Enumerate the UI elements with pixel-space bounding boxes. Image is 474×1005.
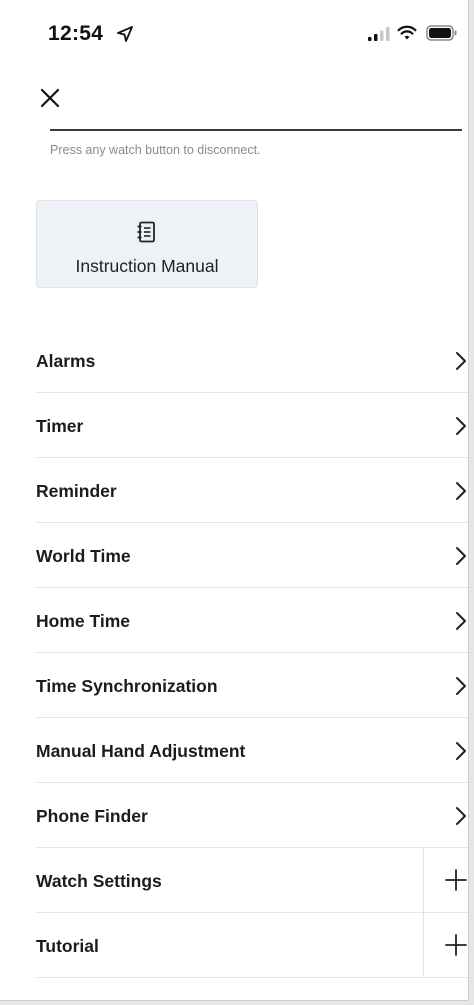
close-icon[interactable] — [36, 84, 64, 112]
manual-book-icon — [137, 221, 155, 243]
chevron-right-icon — [456, 547, 466, 565]
cellular-signal-icon — [368, 27, 390, 41]
menu-item-label: Manual Hand Adjustment — [36, 741, 246, 761]
chevron-right-icon — [456, 807, 466, 825]
menu-item-manual-hand-adjustment[interactable]: Manual Hand Adjustment — [36, 718, 468, 783]
menu-item-alarms[interactable]: Alarms — [36, 328, 468, 393]
menu-item-reminder[interactable]: Reminder — [36, 458, 468, 523]
menu-item-tutorial[interactable]: Tutorial — [36, 913, 468, 978]
menu-item-time-synchronization[interactable]: Time Synchronization — [36, 653, 468, 718]
menu-item-label: Timer — [36, 416, 84, 436]
instruction-manual-button[interactable]: Instruction Manual — [36, 200, 258, 288]
instruction-manual-label: Instruction Manual — [75, 256, 219, 276]
menu-item-timer[interactable]: Timer — [36, 393, 468, 458]
header-divider — [50, 129, 462, 131]
wifi-icon — [397, 25, 417, 40]
menu-item-label: Alarms — [36, 351, 96, 371]
menu-item-label: Time Synchronization — [36, 676, 218, 696]
menu-item-label: World Time — [36, 546, 131, 566]
menu-item-label: Watch Settings — [36, 871, 162, 891]
plus-icon[interactable] — [444, 868, 468, 892]
disconnect-hint: Press any watch button to disconnect. — [50, 143, 261, 157]
menu-item-label: Home Time — [36, 611, 131, 631]
status-time: 12:54 — [48, 22, 104, 45]
expand-separator — [423, 913, 424, 977]
menu-item-world-time[interactable]: World Time — [36, 523, 468, 588]
settings-menu-list: Alarms Timer Reminder World Time Home Ti… — [36, 328, 468, 978]
menu-item-home-time[interactable]: Home Time — [36, 588, 468, 653]
menu-item-label: Phone Finder — [36, 806, 148, 826]
chevron-right-icon — [456, 482, 466, 500]
chevron-right-icon — [456, 417, 466, 435]
status-bar: 12:54 — [0, 0, 468, 64]
chevron-right-icon — [456, 742, 466, 760]
plus-icon[interactable] — [444, 933, 468, 957]
screen: 12:54 Press any watch button to disconne… — [0, 0, 469, 1001]
menu-item-watch-settings[interactable]: Watch Settings — [36, 848, 468, 913]
location-arrow-icon — [117, 26, 133, 42]
chevron-right-icon — [456, 677, 466, 695]
chevron-right-icon — [456, 612, 466, 630]
menu-item-label: Reminder — [36, 481, 117, 501]
battery-icon — [426, 25, 457, 41]
menu-item-label: Tutorial — [36, 936, 99, 956]
chevron-right-icon — [456, 352, 466, 370]
menu-item-phone-finder[interactable]: Phone Finder — [36, 783, 468, 848]
expand-separator — [423, 848, 424, 912]
